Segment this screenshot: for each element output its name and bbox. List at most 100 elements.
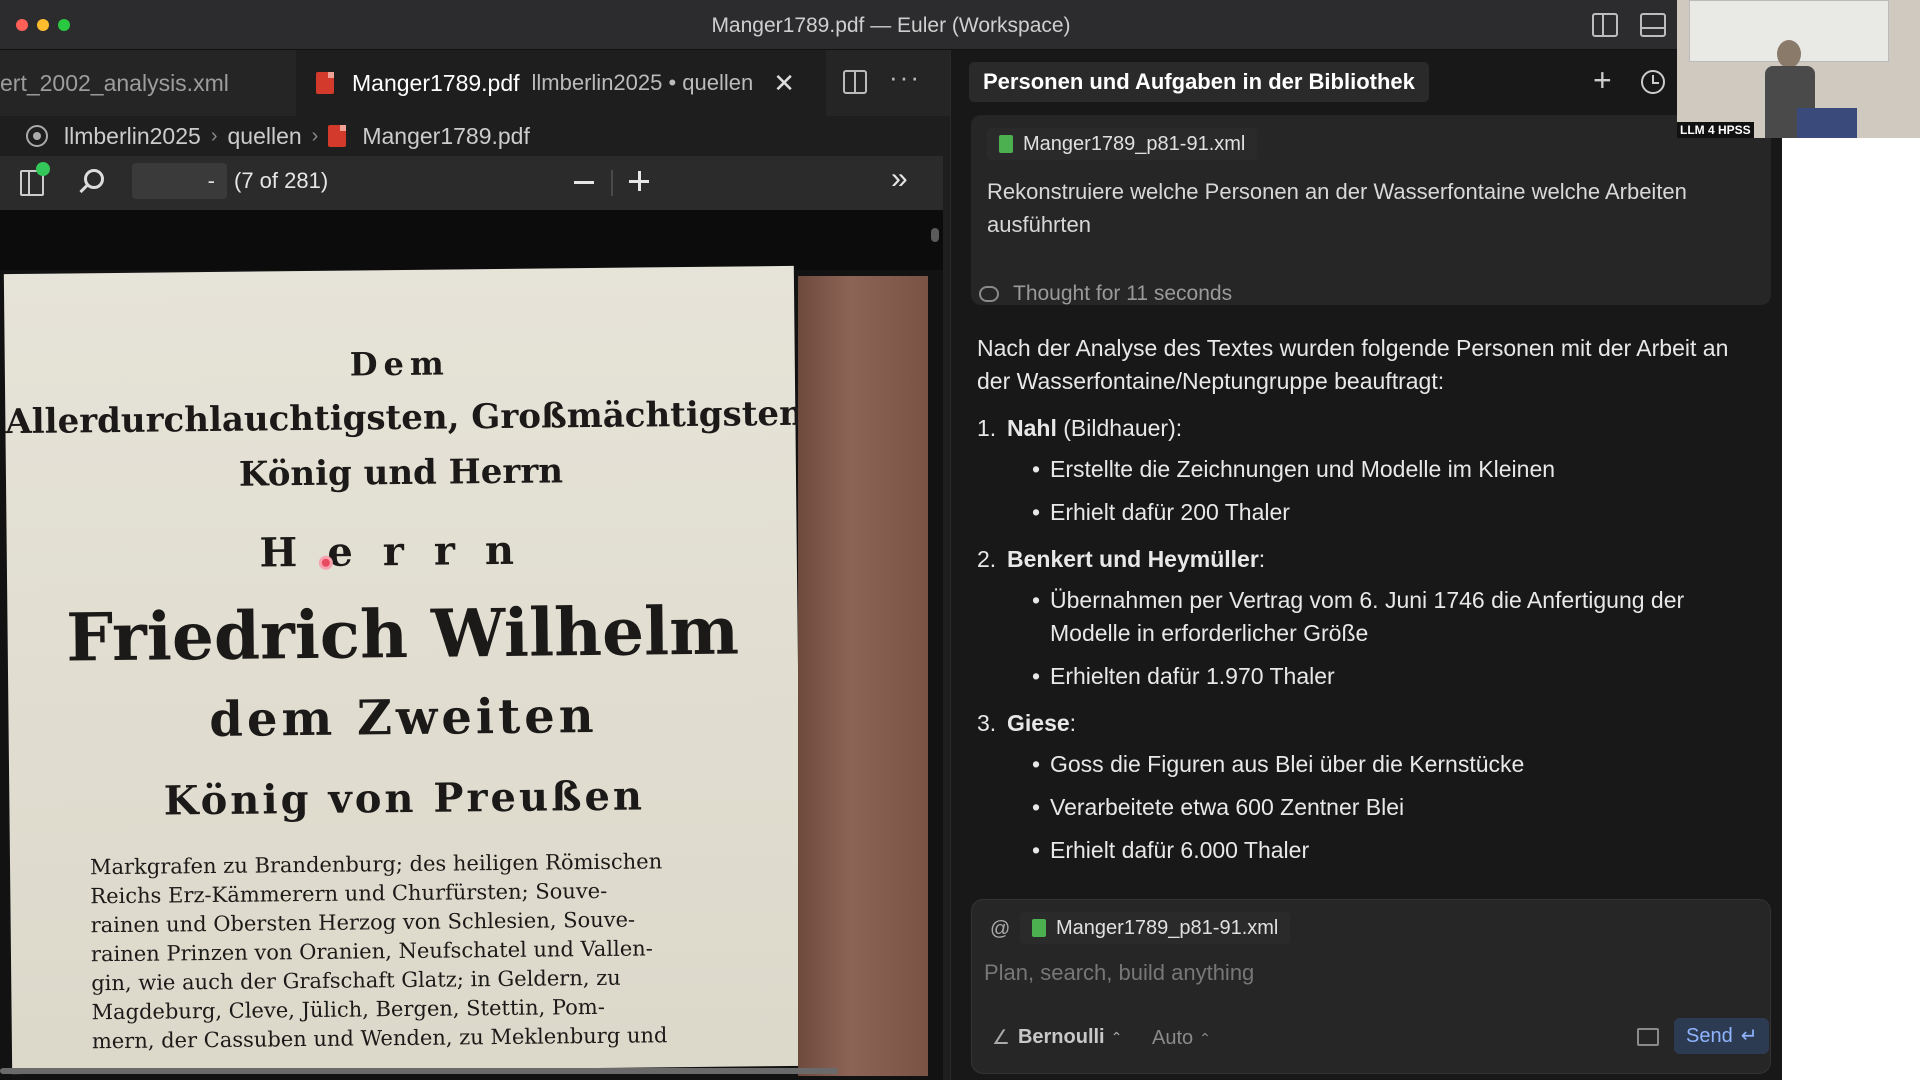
person-suffix: : [1069, 710, 1077, 736]
user-message: Manger1789_p81-91.xml Rekonstruiere welc… [971, 115, 1771, 305]
workspace-icon [26, 125, 48, 147]
search-icon[interactable] [79, 169, 104, 194]
tab-label: ert_2002_analysis.xml [0, 69, 229, 96]
list-number: 3. [977, 710, 997, 736]
double-chevron-right-icon[interactable]: » [891, 162, 908, 196]
chat-input[interactable]: Plan, search, build anything [984, 960, 1744, 996]
person-suffix: : [1258, 546, 1266, 572]
mode-selector[interactable]: Auto ⌃ [1152, 1027, 1211, 1050]
brain-icon [979, 286, 999, 302]
bullet-list: Übernahmen per Vertrag vom 6. Juni 1746 … [1032, 584, 1757, 693]
pdf-viewer[interactable]: Dem Allerdurchlauchtigsten, Großmächtigs… [0, 210, 943, 1080]
pdf-text-line: Herrn [259, 526, 545, 577]
breadcrumb-item-file[interactable]: Manger1789.pdf [362, 123, 530, 150]
chevron-right-icon: › [210, 124, 218, 147]
tab-path: llmberlin2025 • quellen [531, 70, 754, 95]
page-number-input[interactable]: - [132, 163, 227, 199]
list-item: 2. Benkert und Heymüller: Übernahmen per … [977, 543, 1757, 693]
bullet-item: Goss die Figuren aus Blei über die Kerns… [1032, 748, 1757, 781]
mention-icon[interactable]: @ [990, 918, 1010, 941]
breadcrumb-item-folder[interactable]: quellen [227, 123, 301, 150]
new-chat-icon[interactable]: + [1593, 64, 1612, 96]
send-label: Send [1686, 1025, 1733, 1047]
pdf-page: Dem Allerdurchlauchtigsten, Großmächtigs… [3, 265, 804, 1075]
breadcrumb: llmberlin2025 › quellen › Manger1789.pdf [0, 116, 950, 156]
breadcrumb-item-workspace[interactable]: llmberlin2025 [64, 123, 201, 150]
pdf-text-line: Friedrich Wilhelm [65, 591, 740, 677]
image-icon[interactable] [1637, 1028, 1659, 1046]
chevron-up-icon: ⌃ [1110, 1029, 1123, 1045]
toggle-panel-icon[interactable] [1640, 13, 1666, 37]
bullet-item: Erhielten dafür 1.970 Thaler [1032, 660, 1757, 693]
video-label: LLM 4 HPSS [1677, 122, 1754, 138]
pdf-text-line: Allerdurchlauchtigsten, Großmächtigsten [5, 393, 804, 443]
video-overlay: LLM 4 HPSS [1677, 0, 1920, 138]
enter-icon: ↵ [1740, 1025, 1758, 1047]
pdf-top-margin [0, 210, 943, 270]
pdf-toolbar: - (7 of 281) » [0, 156, 943, 210]
tab-label: Manger1789.pdf [352, 69, 520, 96]
pen-icon: ∠ [992, 1027, 1010, 1049]
thought-indicator[interactable]: Thought for 11 seconds [979, 282, 1232, 306]
editor-tab-bar: ert_2002_analysis.xml Manger1789.pdf llm… [0, 50, 950, 116]
chat-panel: Personen und Aufgaben in der Bibliothek … [950, 50, 1782, 1080]
more-actions-icon[interactable]: ··· [889, 62, 921, 93]
window-title: Manger1789.pdf — Euler (Workspace) [711, 14, 1071, 37]
person-suffix: (Bildhauer): [1056, 415, 1183, 441]
pdf-text-line: König von Preußen [163, 772, 646, 825]
pdf-paragraph-line: mern, der Cassuben und Wenden, zu Meklen… [91, 1023, 668, 1054]
person-name: Benkert und Heymüller [1007, 546, 1259, 572]
bullet-list: Erstellte die Zeichnungen und Modelle im… [1032, 453, 1757, 529]
user-message-text: Rekonstruiere welche Personen an der Was… [987, 179, 1687, 237]
attachment-chip[interactable]: Manger1789_p81-91.xml [1020, 912, 1291, 944]
tab-manger-pdf[interactable]: Manger1789.pdf llmberlin2025 • quellen ✕ [296, 50, 826, 116]
zoom-out-icon[interactable] [574, 181, 594, 184]
bullet-item: Erhielt dafür 200 Thaler [1032, 496, 1757, 529]
pdf-paragraph: Markgrafen zu Brandenburg; des heiligen … [90, 847, 732, 1057]
attachment-chip[interactable]: Manger1789_p81-91.xml [987, 128, 1258, 160]
list-item: 1. Nahl (Bildhauer): Erstellte die Zeichn… [977, 412, 1757, 529]
person-name: Giese [1007, 710, 1070, 736]
presenter-head [1777, 40, 1801, 68]
vertical-scrollbar[interactable] [931, 228, 939, 242]
list-item: 3. Giese: Goss die Figuren aus Blei über … [977, 707, 1757, 867]
app-window: Manger1789.pdf — Euler (Workspace) ert_2… [0, 0, 1782, 1080]
answer-intro: Nach der Analyse des Textes wurden folge… [977, 335, 1729, 394]
horizontal-scrollbar[interactable] [0, 1068, 838, 1074]
bullet-item: Übernahmen per Vertrag vom 6. Juni 1746 … [1032, 584, 1757, 650]
lectern [1797, 108, 1857, 138]
list-number: 1. [977, 415, 997, 441]
list-number: 2. [977, 546, 997, 572]
bullet-item: Erhielt dafür 6.000 Thaler [1032, 834, 1757, 867]
chat-title[interactable]: Personen und Aufgaben in der Bibliothek [969, 62, 1429, 102]
annotation-marker[interactable] [318, 555, 333, 570]
pdf-text-line: Dem [349, 344, 450, 384]
mode-label: Auto [1152, 1027, 1194, 1049]
thought-label: Thought for 11 seconds [1013, 282, 1233, 305]
pdf-file-icon [328, 125, 347, 147]
answer-list: 1. Nahl (Bildhauer): Erstellte die Zeichn… [977, 412, 1757, 867]
book-spine [798, 276, 928, 1076]
history-icon[interactable] [1641, 70, 1665, 94]
zoom-in-icon[interactable] [629, 166, 651, 191]
attachment-label: Manger1789_p81-91.xml [1056, 916, 1279, 939]
bullet-item: Erstellte die Zeichnungen und Modelle im… [1032, 453, 1757, 486]
xml-file-icon [999, 135, 1013, 153]
model-selector[interactable]: ∠ Bernoulli ⌃ [992, 1025, 1122, 1050]
pdf-text-line: dem Zweiten [209, 687, 598, 749]
title-bar: Manger1789.pdf — Euler (Workspace) [0, 0, 1782, 50]
tab-analysis-xml[interactable]: ert_2002_analysis.xml [0, 50, 296, 116]
toggle-thumbnails-icon[interactable] [20, 162, 50, 196]
send-button[interactable]: Send ↵ [1674, 1018, 1770, 1054]
close-tab-icon[interactable]: ✕ [773, 68, 795, 99]
page-count: (7 of 281) [234, 168, 329, 193]
chevron-right-icon: › [311, 124, 319, 147]
person-name: Nahl [1007, 415, 1057, 441]
split-editor-icon[interactable] [843, 70, 867, 94]
pdf-file-icon [316, 72, 334, 94]
toggle-sidebar-icon[interactable] [1592, 13, 1618, 37]
toolbar-divider [611, 170, 613, 196]
chat-composer: @ Manger1789_p81-91.xml Plan, search, bu… [971, 899, 1771, 1074]
bullet-list: Goss die Figuren aus Blei über die Kerns… [1032, 748, 1757, 867]
assistant-answer: Nach der Analyse des Textes wurden folge… [977, 332, 1757, 877]
